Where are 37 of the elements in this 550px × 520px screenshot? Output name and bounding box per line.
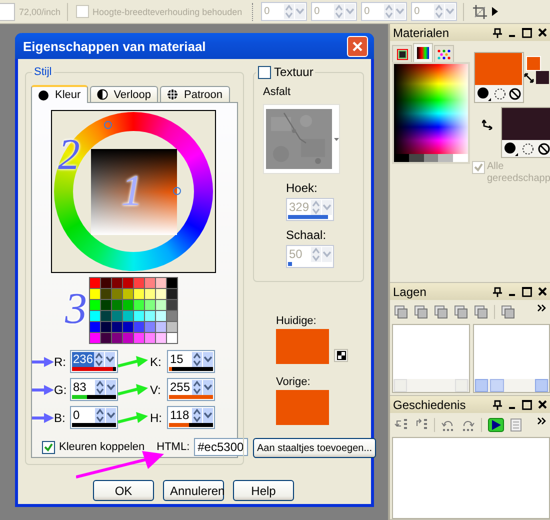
field-label: Hoek:	[286, 181, 318, 195]
number-field[interactable]: 118	[167, 406, 215, 429]
number-field[interactable]: 236	[70, 350, 118, 373]
field-label: K:	[150, 354, 162, 368]
panel-title: Materialen	[393, 26, 450, 40]
tab[interactable]: Patroon	[160, 86, 230, 102]
field-label: B:	[54, 410, 66, 424]
add-to-swatches-button[interactable]: Aan staaltjes toevoegen...	[253, 438, 376, 458]
swatch-label: Huidige:	[276, 315, 316, 327]
tab[interactable]: Kleur	[31, 85, 88, 103]
annotation-number: 3	[65, 287, 88, 335]
annotation-number: 1	[121, 169, 143, 213]
checkbox-label: Hoogte-breedteverhouding behouden	[92, 6, 242, 16]
resolution-text: 72,00/inch	[19, 6, 61, 16]
checkbox-label: Kleuren koppelen	[59, 441, 145, 453]
field-label: G:	[54, 382, 68, 396]
number-field[interactable]: 0	[70, 406, 118, 429]
field-label: HTML:	[156, 441, 190, 453]
checkbox-label: Textuur	[274, 65, 314, 79]
panel-title: Geschiedenis	[393, 398, 467, 412]
window-title: Eigenschappen van materiaal	[23, 38, 206, 54]
field-label: H:	[150, 410, 163, 424]
dialog-button[interactable]: Help	[233, 480, 294, 501]
html-field[interactable]: #ec5300	[194, 438, 248, 456]
field-label: R:	[54, 354, 67, 368]
swatch-label: Vorige:	[276, 376, 310, 388]
checkbox-label: Alle gereedschapp	[487, 161, 550, 185]
field-label: Schaal:	[286, 228, 326, 242]
group-label: Stijl	[32, 65, 54, 79]
tab[interactable]: Verloop	[90, 86, 158, 102]
number-field[interactable]: 15	[167, 350, 215, 373]
panel-title: Lagen	[393, 284, 428, 298]
number-field[interactable]: 255	[167, 378, 215, 401]
field-label: V:	[150, 382, 162, 396]
texture-name: Asfalt	[263, 86, 292, 98]
number-field[interactable]: 83	[70, 378, 118, 401]
dialog-button[interactable]: OK	[93, 480, 154, 501]
